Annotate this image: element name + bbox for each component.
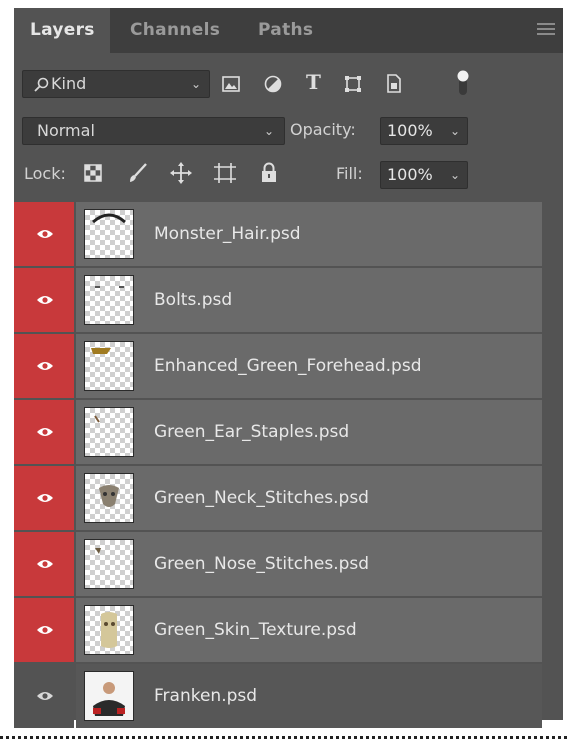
blend-mode-dropdown[interactable]: Normal ⌄	[22, 117, 285, 145]
panel-menu-icon[interactable]	[537, 23, 555, 37]
fill-value: 100%	[387, 165, 433, 184]
lock-label: Lock:	[24, 164, 66, 183]
layer-visibility-toggle[interactable]	[14, 466, 74, 530]
panel-tab-bar: Layers Channels Paths	[14, 8, 563, 53]
layer-row[interactable]: Green_Neck_Stitches.psd	[14, 466, 542, 530]
layer-list: Monster_Hair.psd Bolts.psd Enhanced_Gree…	[14, 202, 563, 728]
shape-filter-icon[interactable]	[344, 75, 362, 93]
lock-transparent-icon[interactable]	[84, 164, 102, 182]
layer-name[interactable]: Green_Neck_Stitches.psd	[154, 466, 369, 530]
layer-name[interactable]: Green_Ear_Staples.psd	[154, 400, 349, 464]
fill-label: Fill:	[336, 164, 363, 183]
opacity-label: Opacity:	[290, 120, 356, 139]
layer-row[interactable]: Green_Ear_Staples.psd	[14, 400, 542, 464]
layer-thumbnail	[84, 341, 134, 391]
opacity-value: 100%	[387, 121, 433, 140]
layer-name[interactable]: Green_Skin_Texture.psd	[154, 598, 357, 662]
layer-thumbnail	[84, 407, 134, 457]
layer-thumbnail	[84, 605, 134, 655]
layer-row[interactable]: Green_Skin_Texture.psd	[14, 598, 542, 662]
layer-row[interactable]: Monster_Hair.psd	[14, 202, 542, 266]
lock-artboard-icon[interactable]	[214, 163, 236, 183]
tab-paths[interactable]: Paths	[258, 8, 313, 53]
eye-icon	[37, 362, 53, 370]
lock-position-icon[interactable]	[170, 162, 192, 184]
lock-paint-icon[interactable]	[128, 162, 148, 184]
layer-thumbnail	[84, 539, 134, 589]
chevron-down-icon: ⌄	[263, 124, 274, 138]
filter-kind-label: Kind	[51, 74, 87, 93]
blend-mode-value: Normal	[37, 121, 95, 140]
layer-visibility-toggle[interactable]	[14, 532, 74, 596]
eye-icon	[37, 494, 53, 502]
layer-visibility-toggle[interactable]	[14, 400, 74, 464]
eye-icon	[37, 560, 53, 568]
layer-name[interactable]: Bolts.psd	[154, 268, 232, 332]
layer-visibility-toggle[interactable]	[14, 268, 74, 332]
divider	[0, 736, 567, 739]
fill-field[interactable]: 100% ⌄	[380, 161, 468, 189]
layer-name[interactable]: Enhanced_Green_Forehead.psd	[154, 334, 422, 398]
layer-thumbnail	[84, 671, 134, 721]
eye-icon	[37, 626, 53, 634]
layer-thumbnail	[84, 275, 134, 325]
layer-name[interactable]: Green_Nose_Stitches.psd	[154, 532, 369, 596]
layer-thumbnail	[84, 473, 134, 523]
layer-name[interactable]: Monster_Hair.psd	[154, 202, 301, 266]
opacity-field[interactable]: 100% ⌄	[380, 117, 468, 145]
search-icon	[34, 77, 49, 92]
tab-channels[interactable]: Channels	[130, 8, 220, 53]
smart-object-filter-icon[interactable]	[386, 74, 402, 93]
layer-visibility-toggle[interactable]	[14, 202, 74, 266]
chevron-down-icon[interactable]: ⌄	[450, 168, 460, 182]
layer-name[interactable]: Franken.psd	[154, 664, 257, 728]
image-filter-icon[interactable]	[222, 76, 240, 92]
lock-all-icon[interactable]	[260, 162, 278, 182]
layer-row[interactable]: Bolts.psd	[14, 268, 542, 332]
layer-visibility-toggle[interactable]	[14, 664, 74, 728]
layer-row[interactable]: Franken.psd	[14, 664, 542, 728]
layers-panel: Layers Channels Paths Kind ⌄ T Normal ⌄	[14, 8, 563, 728]
type-filter-icon[interactable]: T	[306, 70, 321, 94]
eye-icon	[37, 692, 53, 700]
layer-visibility-toggle[interactable]	[14, 334, 74, 398]
eye-icon	[37, 428, 53, 436]
filter-type-dropdown[interactable]: Kind ⌄	[22, 70, 210, 98]
eye-icon	[37, 296, 53, 304]
adjustment-filter-icon[interactable]	[264, 75, 282, 93]
filter-toggle-icon[interactable]	[456, 70, 470, 96]
chevron-down-icon: ⌄	[190, 77, 201, 91]
layer-thumbnail	[84, 209, 134, 259]
layer-visibility-toggle[interactable]	[14, 598, 74, 662]
layer-row[interactable]: Enhanced_Green_Forehead.psd	[14, 334, 542, 398]
chevron-down-icon[interactable]: ⌄	[450, 124, 460, 138]
eye-icon	[37, 230, 53, 238]
layer-row[interactable]: Green_Nose_Stitches.psd	[14, 532, 542, 596]
tab-layers[interactable]: Layers	[14, 8, 110, 53]
